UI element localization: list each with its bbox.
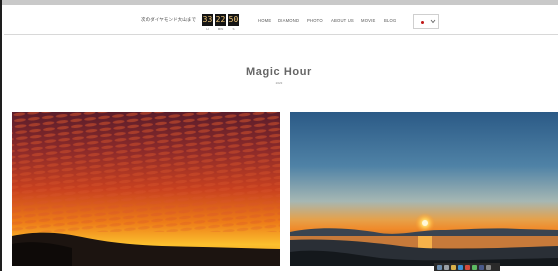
page-subtitle: 2023 — [275, 81, 283, 85]
folder-icon[interactable] — [451, 264, 456, 270]
chat-icon[interactable] — [472, 264, 477, 270]
sunset-bay-image — [290, 112, 558, 266]
chevron-down-icon — [430, 19, 436, 24]
nav-home[interactable]: HOME — [258, 18, 271, 23]
browser-icon[interactable] — [458, 264, 463, 270]
volume-icon[interactable] — [486, 264, 491, 270]
countdown-minutes-value: 22 — [215, 15, 226, 24]
app-icon[interactable] — [465, 264, 470, 270]
countdown-label: 次のダイヤモンド大山まで — [141, 17, 197, 22]
countdown-hours-value: 33 — [202, 15, 213, 24]
photo-sunset-sky[interactable] — [12, 112, 280, 266]
network-icon[interactable] — [437, 264, 442, 270]
site-header: 次のダイヤモンド大山まで 33 H 22 MIN 50 S HOME DIAMO… — [4, 5, 558, 35]
settings-icon[interactable] — [479, 264, 484, 270]
countdown-seconds: 50 — [228, 14, 239, 26]
countdown-minutes-unit: MIN — [217, 27, 224, 31]
countdown-seconds-value: 50 — [228, 15, 239, 24]
nav-about-us[interactable]: ABOUT US — [331, 18, 354, 23]
nav-photo[interactable]: PHOTO — [307, 18, 323, 23]
sunset-sky-image — [12, 112, 280, 266]
page-title: Magic Hour — [246, 66, 312, 78]
language-selector[interactable] — [413, 14, 439, 29]
countdown-hours-unit: H — [206, 27, 209, 31]
countdown-minutes: 22 — [215, 14, 226, 26]
user-icon[interactable] — [444, 264, 449, 270]
nav-movie[interactable]: MOVIE — [361, 18, 376, 23]
nav-diamond[interactable]: DIAMOND — [278, 18, 299, 23]
photo-sunset-bay[interactable] — [290, 112, 558, 266]
countdown-hours: 33 — [202, 14, 213, 26]
nav-blog[interactable]: BLOG — [384, 18, 396, 23]
japan-flag-icon — [421, 21, 424, 24]
countdown-seconds-unit: S — [232, 27, 235, 31]
system-tray — [434, 263, 500, 271]
window-left-edge — [0, 0, 2, 271]
